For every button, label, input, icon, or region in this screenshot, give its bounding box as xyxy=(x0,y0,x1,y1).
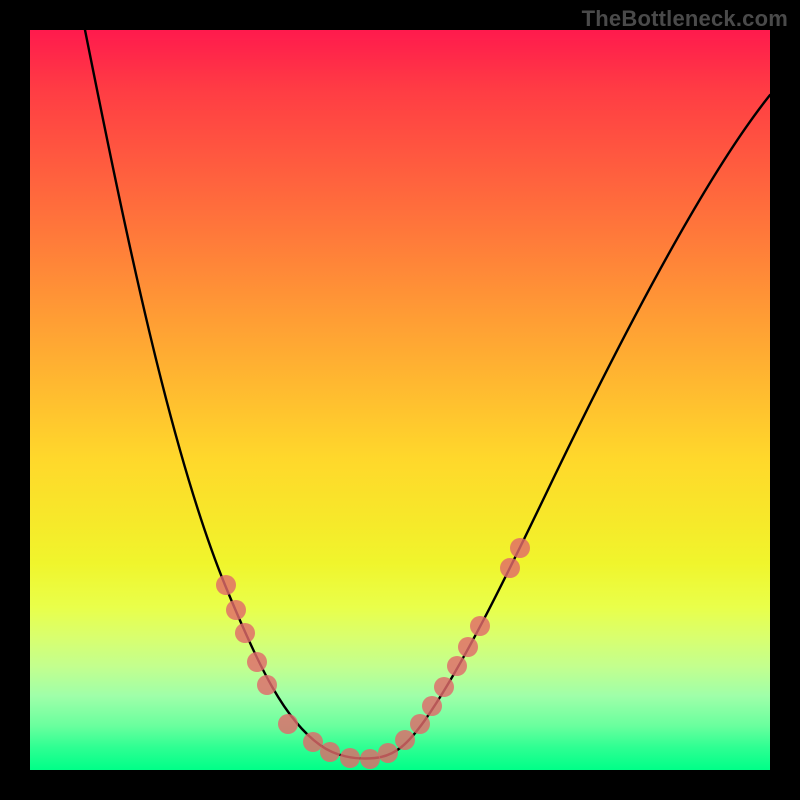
chart-marker xyxy=(395,730,415,750)
chart-curve xyxy=(85,30,770,758)
chart-marker xyxy=(340,748,360,768)
chart-marker xyxy=(378,743,398,763)
chart-marker xyxy=(247,652,267,672)
chart-marker xyxy=(510,538,530,558)
chart-marker xyxy=(360,749,380,769)
chart-marker xyxy=(434,677,454,697)
chart-marker xyxy=(320,742,340,762)
chart-marker xyxy=(410,714,430,734)
chart-marker xyxy=(226,600,246,620)
chart-marker xyxy=(422,696,442,716)
chart-marker xyxy=(303,732,323,752)
chart-marker xyxy=(447,656,467,676)
chart-marker xyxy=(500,558,520,578)
chart-marker xyxy=(458,637,478,657)
chart-marker xyxy=(278,714,298,734)
chart-svg xyxy=(30,30,770,770)
watermark-text: TheBottleneck.com xyxy=(582,6,788,32)
chart-plot-area xyxy=(30,30,770,770)
chart-marker xyxy=(470,616,490,636)
chart-frame: TheBottleneck.com xyxy=(0,0,800,800)
chart-marker xyxy=(235,623,255,643)
chart-marker xyxy=(216,575,236,595)
chart-marker xyxy=(257,675,277,695)
chart-curve-group xyxy=(85,30,770,758)
chart-markers xyxy=(216,538,530,769)
